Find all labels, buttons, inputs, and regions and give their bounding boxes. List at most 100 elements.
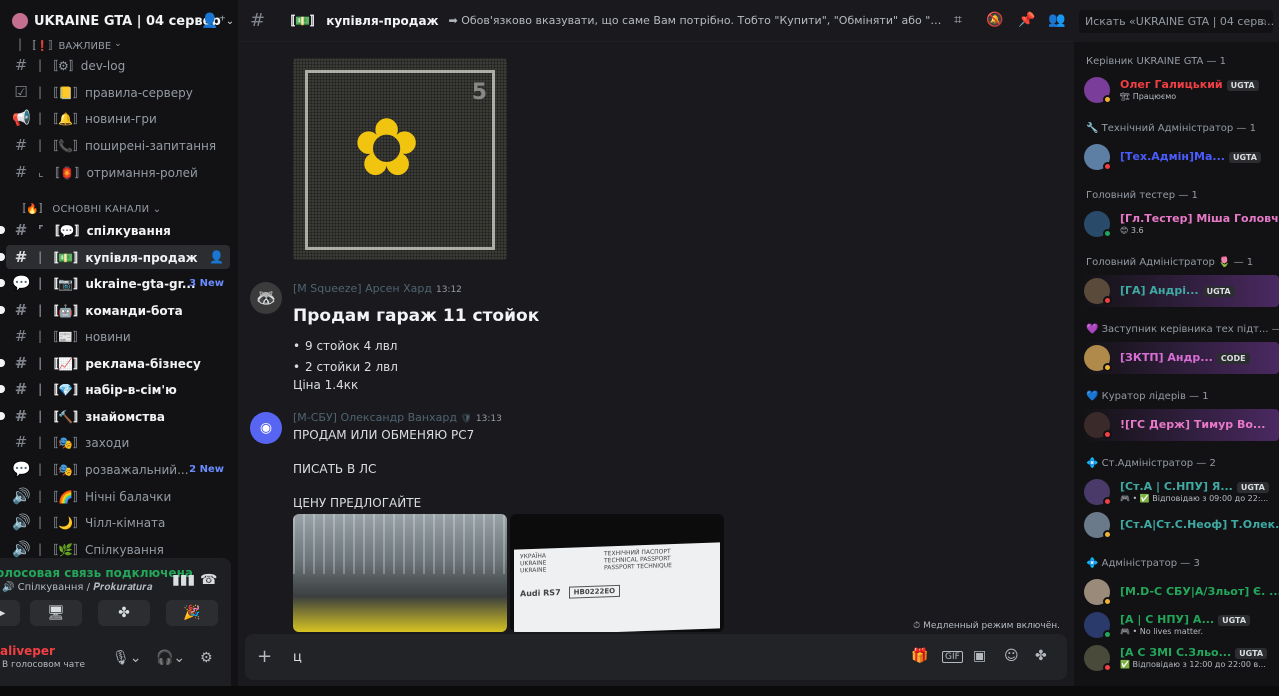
- new-badge: 3 New: [189, 277, 224, 289]
- member-row[interactable]: ![ГС Держ] Тимур Во...: [1082, 409, 1279, 441]
- camera-button[interactable]: ▶: [0, 600, 20, 626]
- status-indicator: [1103, 530, 1112, 539]
- avatar[interactable]: ◉: [250, 412, 282, 444]
- member-name: [Ст.А|Ст.С.Неоф] Т.Олек...: [1120, 518, 1279, 531]
- member-row[interactable]: [A | C НПУ] A... UGTA 🎮 • No lives matter.: [1082, 609, 1279, 641]
- member-row[interactable]: Олег Галицький UGTA 🏗 Працюємо: [1082, 74, 1279, 106]
- channel-novyny[interactable]: # | 〚📰〛новини: [6, 324, 230, 348]
- channel-faq[interactable]: # | 〚📞〛поширені-запитання: [6, 133, 230, 157]
- member-row[interactable]: [ЗКТП] Андр... CODE: [1082, 342, 1279, 374]
- member-activity: ✅ Відповідаю з 12:00 до 22:00 в...: [1120, 660, 1266, 669]
- threads-icon[interactable]: ⌗: [954, 12, 962, 28]
- member-name: Олег Галицький UGTA: [1120, 78, 1259, 91]
- voice-channel[interactable]: 🔊 Спілкування / 𝑷𝒓𝒐𝒌𝒖𝒓𝒂𝒕𝒖𝒓𝒂: [2, 582, 152, 593]
- gift-icon[interactable]: 🎁: [911, 648, 928, 664]
- sticker-icon[interactable]: ▣: [973, 648, 986, 664]
- message-author[interactable]: [M-СБУ] Олександр Ванхард 🛡 13:13: [293, 411, 502, 424]
- unread-indicator: [0, 385, 5, 393]
- status-indicator: [1103, 497, 1112, 506]
- member-name: [M.D-C СБУ|А/Зльот] Є. ...: [1120, 585, 1279, 598]
- channel-nabir[interactable]: # | 〚💎〛набір-в-сім'ю: [0, 377, 230, 401]
- invite-people-icon[interactable]: 👤⁺: [201, 13, 226, 29]
- channel-chill[interactable]: 🔊 | 〚🌙〛Чілл-кімната: [6, 510, 230, 534]
- voice-activity-icon[interactable]: ▮▮▮: [172, 572, 195, 588]
- gif-icon[interactable]: GIF: [942, 651, 963, 663]
- message-list-items: 9 стойок 4 лвл 2 стойки 2 лвл: [293, 336, 398, 378]
- channel-ukraine-gta-gr[interactable]: 💬 | 〚📷〛ukraine-gta-gr... 3 New: [0, 271, 230, 295]
- hash-icon: #: [14, 327, 28, 345]
- leaf-attachment-image[interactable]: 5 ✿: [293, 58, 507, 260]
- channel-znaiomstva[interactable]: # | 〚🔨〛знайомства: [0, 404, 230, 428]
- server-header[interactable]: UKRAINE GTA | 04 сервер ⌄ 👤⁺: [0, 0, 238, 42]
- clan-tag: UGTA: [1228, 151, 1261, 163]
- role-header: 💜 Заступник керівника тех підт... — 1: [1086, 324, 1279, 335]
- member-row[interactable]: [Ст.А|Ст.С.Неоф] Т.Олек...: [1082, 509, 1279, 541]
- chevron-down-icon: ⌄: [152, 204, 162, 215]
- clan-tag: UGTA: [1218, 614, 1251, 626]
- status-indicator: [1103, 663, 1112, 672]
- channel-komandy-bota[interactable]: # | 〚🤖〛команди-бота: [0, 298, 230, 322]
- status-indicator: [1103, 597, 1112, 606]
- member-row[interactable]: [Ст.А | С.НПУ] Я... UGTA 🎮 • ✅ Відповідаю …: [1082, 476, 1279, 508]
- clan-tag: CODE: [1216, 352, 1250, 364]
- role-header: 💙 Куратор лідерів — 1: [1086, 391, 1209, 402]
- member-name: [Гл.Тестер] Міша Головч...: [1120, 212, 1279, 225]
- member-row[interactable]: [A C ЗМІ С.Зльо... UGTA ✅ Відповідаю з 12:…: [1082, 642, 1279, 674]
- channel-novyny-gry[interactable]: 📢 | 〚🔔〛новини-гри: [6, 106, 230, 130]
- channel-rozvazhalnyi[interactable]: 💬 | 〚🎭〛розважальний... 2 New: [6, 457, 230, 481]
- mute-icon[interactable]: 🎙⌄: [112, 650, 142, 666]
- message-line: ЦЕНУ ПРЕДЛОГАЙТЕ: [293, 496, 422, 510]
- member-list-icon[interactable]: 👥: [1048, 12, 1065, 28]
- hash-icon: #: [14, 380, 28, 398]
- message-heading: Продам гараж 11 стойок: [293, 306, 540, 326]
- channel-zakhody[interactable]: # | 〚🎭〛заходи: [6, 430, 230, 454]
- activities-button[interactable]: ✤: [98, 600, 150, 626]
- message-time: 13:13: [475, 414, 502, 424]
- garage-photo[interactable]: [293, 514, 507, 632]
- status-indicator: [1103, 430, 1112, 439]
- role-header: 🔧 Технічний Адміністратор — 1: [1086, 123, 1256, 134]
- channel-spilkuvannia[interactable]: # ⌜ 〚💬〛спілкування: [0, 218, 230, 242]
- channel-kupivlia[interactable]: # | 〚💵〛купівля-продаж 👤: [0, 245, 230, 269]
- screen-share-button[interactable]: 🖥: [30, 600, 82, 626]
- status-indicator: [1103, 162, 1112, 171]
- pin-icon[interactable]: 📌: [1018, 12, 1035, 28]
- clan-tag: UGTA: [1235, 647, 1268, 659]
- hash-icon: #: [14, 433, 28, 451]
- message-input[interactable]: ц: [293, 650, 302, 665]
- message-composer[interactable]: + ц 🎁 GIF ▣ ☺ ✤: [245, 634, 1067, 680]
- channel-sidebar: | 〚❗〛ВАЖЛИВЕ ⌄ # | 〚⚙〛dev-log ☑ | 〚📒〛правила-с…: [0, 0, 238, 686]
- add-attachment-icon[interactable]: +: [257, 646, 272, 667]
- tech-passport-photo[interactable]: УКРАЇНА UKRAINE UKRAINE ТЕХНІЧНИЙ ПАСПОР…: [510, 514, 724, 632]
- status-indicator: [1103, 95, 1112, 104]
- emoji-icon[interactable]: ☺: [1004, 648, 1019, 664]
- notifications-muted-icon[interactable]: 🔕: [986, 12, 1003, 28]
- message-author[interactable]: [M Squeeze] Арсен Хард 13:12: [293, 282, 462, 295]
- avatar[interactable]: 🦝: [250, 282, 282, 314]
- unread-indicator: [0, 253, 5, 261]
- channel-roles[interactable]: # ⌞ 〚🏮〛отримання-ролей: [6, 160, 230, 184]
- settings-icon[interactable]: ⚙: [200, 650, 213, 666]
- member-row[interactable]: [Тех.Адмін]Ма... UGTA: [1082, 141, 1279, 173]
- category-osnovni[interactable]: 〚🔥〛 ОСНОВНІ КАНАЛИ ⌄: [16, 200, 161, 215]
- channel-topic[interactable]: ➡ Обов'язково вказувати, що саме Вам пот…: [449, 14, 949, 27]
- soundboard-button[interactable]: 🎉: [166, 600, 218, 626]
- channel-dev-log[interactable]: # | 〚⚙〛dev-log: [6, 53, 230, 77]
- member-row[interactable]: [ГА] Андрі... UGTA: [1082, 275, 1279, 307]
- user-status: В голосовом чате: [2, 660, 86, 670]
- deafen-icon[interactable]: 🎧⌄: [156, 650, 185, 666]
- member-row[interactable]: [M.D-C СБУ|А/Зльот] Є. ...: [1082, 576, 1279, 608]
- search-input[interactable]: Искать «UKRAINE GTA | 04 серв... ⌕: [1079, 10, 1273, 33]
- message-line: ПРОДАМ ИЛИ ОБМЕНЯЮ РС7: [293, 428, 475, 442]
- channel-reklama[interactable]: # | 〚📈〛реклама-бізнесу: [0, 351, 230, 375]
- member-row[interactable]: [Гл.Тестер] Міша Головч... 😊 3.6: [1082, 208, 1279, 240]
- channel-nichni[interactable]: 🔊 | 〚🌈〛Нічні балачки: [6, 484, 230, 508]
- username: aliveper: [0, 644, 55, 658]
- channel-pravyla[interactable]: ☑ | 〚📒〛правила-серверу: [6, 80, 230, 104]
- invite-icon[interactable]: 👤: [209, 250, 224, 264]
- member-name: [ГА] Андрі... UGTA: [1120, 284, 1235, 297]
- disconnect-icon[interactable]: ☎: [200, 572, 217, 588]
- clan-tag: UGTA: [1202, 285, 1235, 297]
- channel-spilk-voice[interactable]: 🔊 | 〚🌿〛Спілкування: [6, 537, 230, 558]
- apps-icon[interactable]: ✤: [1035, 648, 1047, 664]
